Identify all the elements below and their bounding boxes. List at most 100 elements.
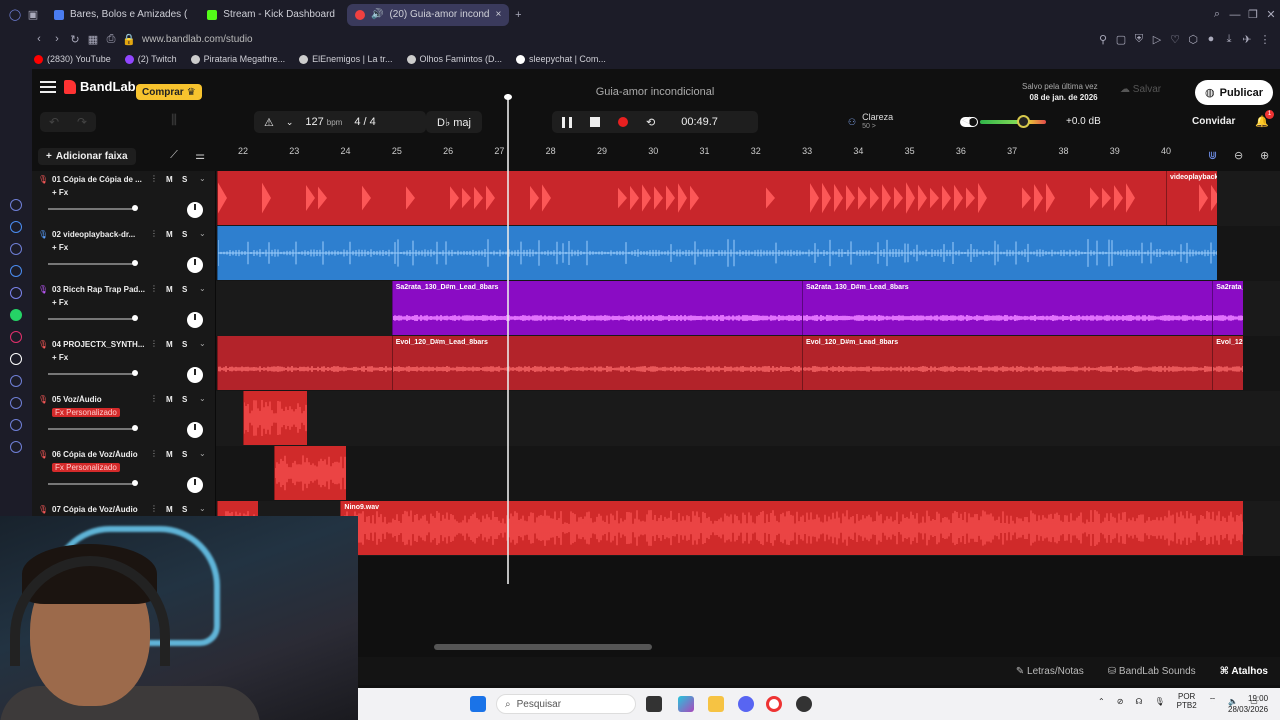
pan-knob[interactable] <box>187 257 203 273</box>
track-volume-handle[interactable] <box>132 205 138 211</box>
audio-clip[interactable]: Sa2rata_130_D#m_Lead_8bars <box>391 281 802 335</box>
taskbar-clock[interactable]: 19:00 28/03/2026 <box>1228 693 1268 715</box>
extensions-icon[interactable]: ⬡ <box>1184 33 1202 46</box>
mute-button[interactable]: M <box>166 450 173 459</box>
track-volume-slider[interactable] <box>48 263 136 265</box>
invite-button[interactable]: Convidar <box>1192 116 1235 127</box>
new-tab-icon[interactable]: + <box>509 9 527 21</box>
audio-clip[interactable]: Sa2rata_130_D#m_Le <box>1212 281 1243 335</box>
track-row[interactable]: 🎙 01 Cópia de Cópia de ... ⋮ M S ⌄ + Fx … <box>32 171 1280 226</box>
mute-button[interactable]: M <box>166 285 173 294</box>
track-volume-slider[interactable] <box>48 318 136 320</box>
bookmark-sleepychat[interactable]: sleepychat | Com... <box>516 54 606 64</box>
pan-knob[interactable] <box>187 312 203 328</box>
project-title[interactable]: Guia-amor incondicional <box>572 86 738 98</box>
track-name[interactable]: 01 Cópia de Cópia de ... <box>52 175 146 184</box>
pan-knob[interactable] <box>187 422 203 438</box>
app-icon[interactable] <box>796 696 812 712</box>
heart-icon[interactable]: ♡ <box>1166 33 1184 46</box>
copilot-icon[interactable] <box>678 696 694 712</box>
track-volume-handle[interactable] <box>132 370 138 376</box>
audio-clip[interactable]: Evol_120_D#m_Lead_8bars <box>391 336 802 390</box>
bookmark-pirataria[interactable]: Pirataria Megathre... <box>190 54 285 64</box>
master-volume-handle[interactable] <box>1016 115 1030 128</box>
audio-clip[interactable] <box>243 391 308 445</box>
bookmark-twitch[interactable]: (2) Twitch <box>124 54 177 64</box>
reload-icon[interactable]: ↻ <box>66 33 84 46</box>
fx-button[interactable]: + Fx <box>52 353 68 362</box>
workspaces-icon[interactable]: ▣ <box>24 8 42 21</box>
sidebar-app-icon[interactable] <box>10 265 22 277</box>
mute-button[interactable]: M <box>166 175 173 184</box>
track-lane[interactable]: videoplayback-bass- <box>216 171 1280 226</box>
chevron-down-icon[interactable]: ⌄ <box>199 229 206 238</box>
chevron-down-icon[interactable]: ⌄ <box>199 174 206 183</box>
fx-button[interactable]: + Fx <box>52 243 68 252</box>
track-volume-slider[interactable] <box>48 208 136 210</box>
track-lane[interactable]: Sa2rata_130_D#m_Lead_8bars Sa2rata_130_D#… <box>216 281 1280 336</box>
fx-button[interactable]: Fx Personalizado <box>52 463 120 472</box>
solo-button[interactable]: S <box>182 340 187 349</box>
mute-button[interactable]: M <box>166 340 173 349</box>
tab-kick-dashboard[interactable]: Stream - Kick Dashboard <box>199 4 343 26</box>
taskbar-search[interactable]: ⌕ Pesquisar <box>496 694 636 714</box>
add-track-button[interactable]: + Adicionar faixa <box>38 148 136 165</box>
teams-icon[interactable] <box>10 287 22 299</box>
pin-icon[interactable]: ⚲ <box>1094 33 1112 46</box>
track-volume-handle[interactable] <box>132 480 138 486</box>
tabs-overview-icon[interactable]: ▦ <box>84 33 102 46</box>
audio-clip[interactable]: Evol_120_D#m_Lead_8bars <box>801 336 1213 390</box>
track-volume-slider[interactable] <box>48 483 136 485</box>
undo-icon[interactable]: ↶ <box>49 115 59 129</box>
clock-icon[interactable] <box>10 397 22 409</box>
play-icon[interactable]: ▷ <box>1148 33 1166 46</box>
track-menu-icon[interactable]: ⋮ <box>150 394 158 403</box>
audio-clip[interactable]: Nino9.wav <box>340 501 1243 555</box>
tuning-icon[interactable]: ⚌ <box>192 149 208 165</box>
tab-bares-bolos[interactable]: Bares, Bolos e Amizades ( <box>46 4 195 26</box>
language-indicator[interactable]: POR PTB2 <box>1177 692 1197 710</box>
mute-button[interactable]: M <box>166 230 173 239</box>
track-row[interactable]: 🎙 02 videoplayback-dr... ⋮ M S ⌄ + Fx <box>32 226 1280 281</box>
audio-clip[interactable]: videoplayback-bass- <box>1166 171 1218 225</box>
track-row[interactable]: 🎙 05 Voz/Áudio ⋮ M S ⌄ Fx Personalizado <box>32 391 1280 446</box>
chevron-down-icon[interactable]: ⌄ <box>199 449 206 458</box>
pan-knob[interactable] <box>187 202 203 218</box>
maximize-icon[interactable]: ❐ <box>1244 8 1262 21</box>
track-row[interactable]: 🎙 04 PROJECTX_SYNTH... ⋮ M S ⌄ + Fx Evol… <box>32 336 1280 391</box>
horizontal-scrollbar[interactable] <box>434 644 652 650</box>
mic-icon[interactable]: 🎙 <box>1155 697 1165 706</box>
opera-logo-icon[interactable]: ◯ <box>6 8 24 21</box>
taskview-icon[interactable] <box>646 696 662 712</box>
history-icon[interactable] <box>10 375 22 387</box>
bookmark-elenemigos[interactable]: ElEnemigos | La tr... <box>299 54 393 64</box>
track-volume-handle[interactable] <box>132 425 138 431</box>
magnet-icon[interactable]: ⋓ <box>1208 149 1217 162</box>
mute-button[interactable]: M <box>166 395 173 404</box>
mic-icon[interactable]: 🎙 <box>38 450 48 459</box>
bpm-value[interactable]: 127 bpm <box>305 116 342 128</box>
mic-icon[interactable]: 🎙 <box>38 175 48 184</box>
chevron-down-icon[interactable]: ⌄ <box>199 284 206 293</box>
download-icon[interactable]: ⤓ <box>1220 33 1238 46</box>
track-lane[interactable]: Evol_120_D#m_Lead_8bars Evol_120_D#m_Lead… <box>216 336 1280 391</box>
mute-button[interactable]: M <box>166 505 173 514</box>
bandlab-sounds-button[interactable]: ⛁ BandLab Sounds <box>1108 666 1196 677</box>
bookmark-youtube[interactable]: (2830) YouTube <box>34 54 111 64</box>
mic-icon[interactable]: 🎙 <box>38 505 48 514</box>
metronome-icon[interactable]: ⚠ <box>264 116 274 129</box>
track-name[interactable]: 02 videoplayback-dr... <box>52 230 146 239</box>
sidebar-app-icon[interactable] <box>10 221 22 233</box>
track-row[interactable]: 🎙 03 Ricch Rap Trap Pad... ⋮ M S ⌄ + Fx … <box>32 281 1280 336</box>
mixer-icon[interactable]: ⫼ <box>160 112 188 132</box>
track-name[interactable]: 06 Cópia de Voz/Áudio <box>52 450 146 459</box>
sidebar-app-icon[interactable] <box>10 199 22 211</box>
audio-clip[interactable] <box>217 171 1218 225</box>
pause-icon[interactable] <box>562 116 572 128</box>
forward-icon[interactable]: › <box>48 33 66 45</box>
chevron-up-icon[interactable]: ⌃ <box>1098 697 1105 706</box>
fx-button[interactable]: Fx Personalizado <box>52 408 120 417</box>
track-row[interactable]: 🎙 06 Cópia de Voz/Áudio ⋮ M S ⌄ Fx Perso… <box>32 446 1280 501</box>
print-icon[interactable]: ⎙ <box>102 33 120 46</box>
pan-knob[interactable] <box>187 477 203 493</box>
